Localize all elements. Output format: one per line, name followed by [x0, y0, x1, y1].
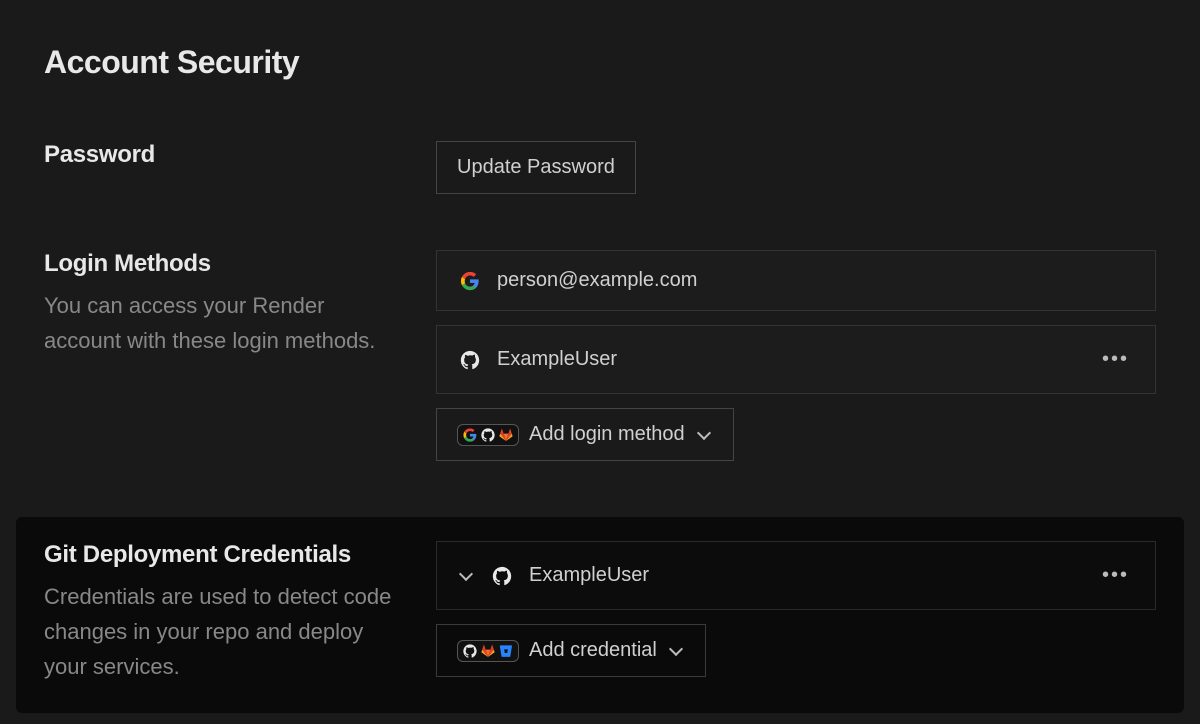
provider-badge: [457, 640, 519, 662]
provider-badge: [457, 424, 519, 446]
update-password-label: Update Password: [457, 156, 615, 179]
git-credential-identity: ExampleUser: [529, 564, 649, 587]
github-icon: [459, 349, 481, 371]
login-methods-heading: Login Methods: [44, 250, 396, 278]
google-icon: [462, 427, 478, 443]
git-credentials-heading: Git Deployment Credentials: [44, 541, 396, 569]
login-method-actions-button[interactable]: •••: [1098, 344, 1133, 375]
chevron-down-icon: [669, 641, 683, 655]
update-password-button[interactable]: Update Password: [436, 141, 636, 194]
github-icon: [491, 565, 513, 587]
page-title: Account Security: [44, 44, 1156, 81]
login-methods-description: You can access your Render account with …: [44, 288, 396, 358]
bitbucket-icon: [498, 643, 514, 659]
add-login-method-button[interactable]: Add login method: [436, 408, 734, 461]
gitlab-icon: [498, 427, 514, 443]
gitlab-icon: [480, 643, 496, 659]
git-credential-github[interactable]: ExampleUser •••: [436, 541, 1156, 610]
add-credential-button[interactable]: Add credential: [436, 624, 706, 677]
login-method-github[interactable]: ExampleUser •••: [436, 325, 1156, 394]
password-heading: Password: [44, 141, 396, 169]
add-login-method-label: Add login method: [529, 423, 685, 446]
chevron-down-icon: [697, 425, 711, 439]
login-methods-section: Login Methods You can access your Render…: [44, 250, 1156, 461]
github-icon: [462, 643, 478, 659]
chevron-down-icon: [459, 566, 473, 580]
git-credentials-description: Credentials are used to detect code chan…: [44, 579, 396, 685]
git-credentials-section: Git Deployment Credentials Credentials a…: [44, 541, 1156, 685]
git-credential-actions-button[interactable]: •••: [1098, 560, 1133, 591]
add-credential-label: Add credential: [529, 639, 657, 662]
login-method-google[interactable]: person@example.com: [436, 250, 1156, 311]
git-credentials-panel: Git Deployment Credentials Credentials a…: [16, 517, 1184, 713]
login-method-identity: person@example.com: [497, 269, 697, 292]
google-icon: [459, 270, 481, 292]
github-icon: [480, 427, 496, 443]
password-section: Password Update Password: [44, 141, 1156, 194]
login-method-identity: ExampleUser: [497, 348, 617, 371]
